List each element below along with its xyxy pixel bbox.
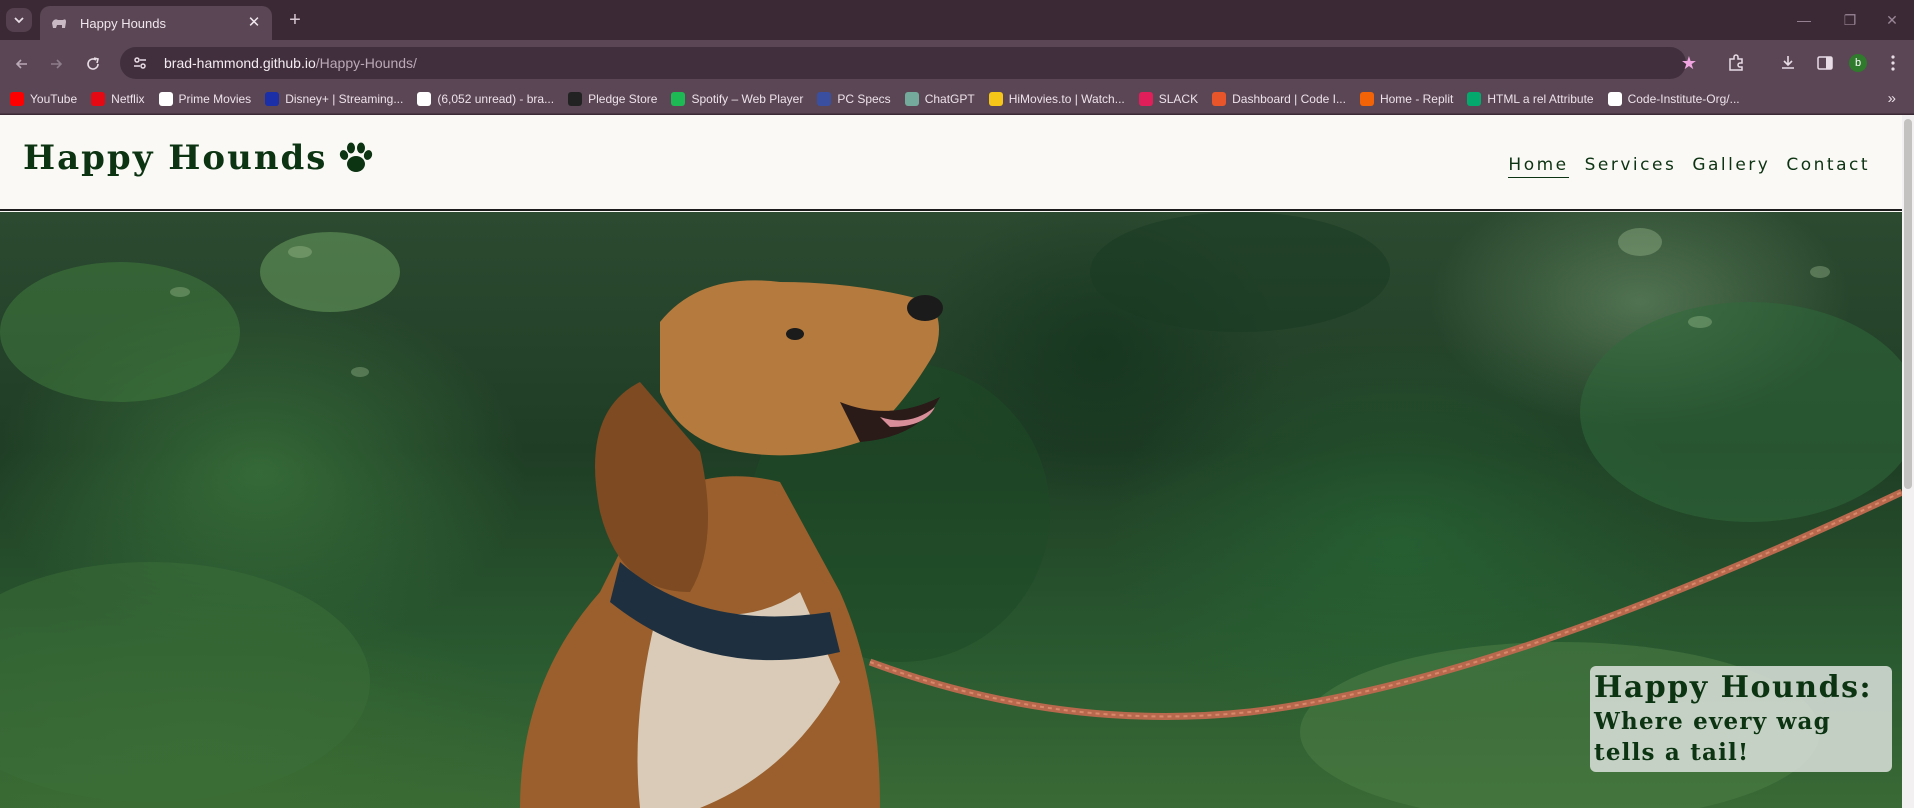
bookmark-item[interactable]: Disney+ | Streaming... — [265, 91, 404, 106]
bookmark-favicon-icon — [568, 91, 583, 106]
bookmark-item[interactable]: Code-Institute-Org/... — [1607, 91, 1740, 106]
minimize-button[interactable]: — — [1784, 8, 1824, 32]
bookmark-favicon-icon — [817, 91, 832, 106]
bookmark-item[interactable]: Prime Movies — [158, 91, 252, 106]
bookmarks-bar: YouTube Netflix Prime Movies Disney+ | Stre… — [0, 84, 1914, 114]
tab-search-button[interactable] — [6, 8, 32, 32]
chevron-down-icon — [14, 17, 24, 24]
bookmark-favicon-icon — [1607, 91, 1622, 106]
bookmark-label: Spotify – Web Player — [691, 91, 804, 106]
page-scrollbar[interactable] — [1902, 115, 1914, 808]
bookmark-label: ChatGPT — [924, 91, 975, 106]
bookmark-label: HTML a rel Attribute — [1487, 91, 1594, 106]
bookmark-item[interactable]: PC Specs — [817, 91, 891, 106]
bookmarks-overflow-icon[interactable]: » — [1888, 90, 1896, 107]
bookmark-label: Prime Movies — [178, 91, 252, 106]
bookmark-item[interactable]: ChatGPT — [904, 91, 975, 106]
bookmark-item[interactable]: Pledge Store — [568, 91, 658, 106]
dog-favicon-icon — [52, 19, 66, 28]
profile-avatar[interactable]: b — [1849, 54, 1867, 72]
tab-title: Happy Hounds — [80, 15, 166, 31]
bookmark-label: Home - Replit — [1379, 91, 1454, 106]
reload-button[interactable] — [79, 50, 107, 78]
bookmark-favicon-icon — [158, 91, 173, 106]
extensions-icon[interactable] — [1723, 50, 1749, 76]
main-nav: Home Services Gallery Contact — [1492, 155, 1870, 178]
bookmark-item[interactable]: (6,052 unread) - bra... — [417, 91, 555, 106]
bookmark-label: PC Specs — [837, 91, 891, 106]
logo-text: Happy Hounds — [23, 138, 328, 178]
hero-tagline: Happy Hounds: Where every wag tells a ta… — [1590, 666, 1892, 772]
url-text: brad-hammond.github.io/Happy-Hounds/ — [164, 55, 417, 71]
bookmark-favicon-icon — [904, 91, 919, 106]
bookmark-favicon-icon — [1467, 91, 1482, 106]
site-header: Happy Hounds Home Services Gallery Conta… — [0, 115, 1902, 211]
bookmark-label: (6,052 unread) - bra... — [437, 91, 555, 106]
tab-close-icon[interactable]: ✕ — [246, 15, 262, 31]
url-path: /Happy-Hounds/ — [315, 55, 417, 71]
bookmark-item[interactable]: Dashboard | Code I... — [1212, 91, 1346, 106]
address-bar[interactable]: brad-hammond.github.io/Happy-Hounds/ — [120, 47, 1686, 79]
browser-menu-icon[interactable] — [1880, 50, 1906, 76]
site-logo[interactable]: Happy Hounds — [23, 138, 373, 178]
hero-image: Happy Hounds: Where every wag tells a ta… — [0, 212, 1902, 808]
bookmark-label: Disney+ | Streaming... — [285, 91, 404, 106]
downloads-icon[interactable] — [1775, 50, 1801, 76]
bookmark-label: Dashboard | Code I... — [1232, 91, 1346, 106]
page-viewport: Happy Hounds Home Services Gallery Conta… — [0, 115, 1914, 808]
bookmark-item[interactable]: HTML a rel Attribute — [1467, 91, 1594, 106]
bookmark-item[interactable]: SLACK — [1138, 91, 1199, 106]
url-host: brad-hammond.github.io — [164, 55, 316, 71]
nav-link-services[interactable]: Services — [1585, 155, 1677, 178]
tagline-line-1: Where every wag — [1594, 708, 1831, 735]
close-window-button[interactable]: ✕ — [1872, 8, 1912, 32]
bookmark-label: YouTube — [30, 91, 78, 106]
bookmark-item[interactable]: HiMovies.to | Watch... — [988, 91, 1125, 106]
bookmark-item[interactable]: Netflix — [91, 91, 145, 106]
bookmark-label: SLACK — [1158, 91, 1199, 106]
reload-icon — [87, 57, 99, 70]
tagline-line-2: tells a tail! — [1594, 739, 1750, 766]
bookmark-favicon-icon — [1138, 91, 1153, 106]
bookmark-favicon-icon — [1359, 91, 1374, 106]
bookmark-favicon-icon — [91, 91, 106, 106]
paw-icon — [340, 142, 373, 172]
arrow-left-icon — [15, 59, 27, 69]
bookmark-favicon-icon — [988, 91, 1003, 106]
nav-link-gallery[interactable]: Gallery — [1692, 155, 1770, 178]
new-tab-button[interactable]: + — [283, 9, 307, 33]
forward-button[interactable] — [42, 50, 70, 78]
tagline-title: Happy Hounds: — [1594, 670, 1873, 705]
browser-tab-strip: Happy Hounds ✕ + — ❐ ✕ — [0, 0, 1914, 40]
arrow-right-icon — [51, 59, 63, 69]
bookmark-favicon-icon — [1212, 91, 1227, 106]
side-panel-icon[interactable] — [1812, 50, 1838, 76]
bookmark-favicon-icon — [417, 91, 432, 106]
bookmark-item[interactable]: Home - Replit — [1359, 91, 1454, 106]
nav-link-contact[interactable]: Contact — [1786, 155, 1870, 178]
bookmark-item[interactable]: YouTube — [10, 91, 78, 106]
restore-button[interactable]: ❐ — [1830, 8, 1870, 32]
back-button[interactable] — [8, 50, 36, 78]
bookmark-favicon-icon — [265, 91, 280, 106]
bookmark-item[interactable]: Spotify – Web Player — [671, 91, 804, 106]
browser-tab-active[interactable]: Happy Hounds ✕ — [40, 6, 272, 40]
bookmark-label: Code-Institute-Org/... — [1627, 91, 1740, 106]
nav-link-home[interactable]: Home — [1508, 155, 1569, 178]
site-info-icon[interactable] — [124, 47, 156, 79]
bookmark-label: Netflix — [111, 91, 145, 106]
bookmark-label: HiMovies.to | Watch... — [1008, 91, 1125, 106]
scrollbar-thumb[interactable] — [1904, 119, 1912, 489]
bookmark-favicon-icon — [10, 91, 24, 106]
bookmark-favicon-icon — [671, 91, 686, 106]
bookmark-label: Pledge Store — [588, 91, 658, 106]
bookmark-star-icon[interactable]: ★ — [1676, 50, 1702, 76]
